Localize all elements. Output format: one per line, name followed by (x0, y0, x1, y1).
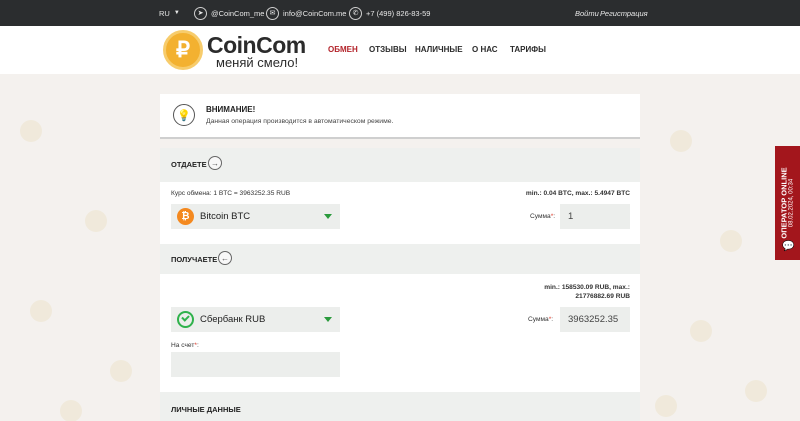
nav-reviews[interactable]: ОТЗЫВЫ (369, 45, 407, 54)
receive-sum-input[interactable]: 3963252.35 (560, 307, 630, 332)
give-sum-label: Сумма*: (530, 213, 556, 220)
operator-text: ОПЕРАТОР ONLINE 08.02.2024, 00:34 (780, 167, 795, 238)
arrow-right-icon[interactable]: → (208, 156, 222, 170)
telegram-link[interactable]: ➤ @CoinCom_me (194, 0, 264, 26)
receive-limits-line1: min.: 158530.09 RUB, max.: (544, 284, 630, 291)
nav-about[interactable]: О НАС (472, 45, 498, 54)
register-link[interactable]: Регистрация (600, 0, 648, 26)
receive-currency-label: Сбербанк RUB (200, 314, 266, 325)
login-link[interactable]: Войти (575, 0, 599, 26)
give-label: ОТДАЕТЕ (171, 160, 207, 169)
operator-datetime: 08.02.2024, 00:34 (788, 178, 795, 228)
give-section-header: ОТДАЕТЕ → (160, 148, 640, 182)
account-label: На счет*: (171, 342, 199, 349)
account-input[interactable] (171, 352, 340, 377)
give-limits: min.: 0.04 BTC, max.: 5.4947 BTC (525, 190, 630, 197)
give-section: Курс обмена: 1 BTC = 3963252.35 RUB min.… (160, 182, 640, 244)
receive-sum-label: Сумма*: (528, 316, 554, 323)
chat-icon: 💬 (782, 241, 795, 252)
receive-limits-line2: 21776882.69 RUB (575, 293, 630, 300)
logo-subtitle: меняй смело! (216, 55, 299, 70)
give-currency-select[interactable]: ₿ Bitcoin BTC (171, 204, 340, 229)
give-currency-label: Bitcoin BTC (200, 211, 251, 222)
phone-link[interactable]: ✆ +7 (499) 826-83-59 (349, 0, 430, 26)
personal-section-header: ЛИЧНЫЕ ДАННЫЕ (160, 392, 640, 421)
mail-icon: ✉ (266, 6, 279, 20)
telegram-icon: ➤ (194, 6, 207, 20)
header: ₽ CoinCom меняй смело! ОБМЕН ОТЗЫВЫ НАЛИ… (0, 26, 800, 74)
nav-cash[interactable]: НАЛИЧНЫЕ (415, 45, 463, 54)
receive-currency-select[interactable]: Сбербанк RUB (171, 307, 340, 332)
chevron-down-icon (324, 317, 332, 322)
login-label: Войти (575, 8, 599, 18)
bitcoin-icon: ₿ (177, 208, 194, 225)
telegram-label: @CoinCom_me (211, 8, 265, 18)
operator-online-tab[interactable]: ОПЕРАТОР ONLINE 08.02.2024, 00:34 💬 (775, 146, 800, 260)
notice-text: Данная операция производится в автоматич… (206, 118, 394, 125)
operator-title: ОПЕРАТОР ONLINE (779, 167, 789, 239)
phone-icon: ✆ (349, 6, 362, 20)
top-bar: RU ▼ ➤ @CoinCom_me ✉ info@CoinCom.me ✆ +… (0, 0, 800, 26)
receive-label: ПОЛУЧАЕТЕ (171, 255, 218, 264)
exchange-rate: Курс обмена: 1 BTC = 3963252.35 RUB (171, 190, 291, 197)
arrow-left-icon[interactable]: ← (218, 251, 232, 265)
caret-down-icon: ▼ (173, 10, 180, 16)
chevron-down-icon (324, 214, 332, 219)
receive-section-header: ПОЛУЧАЕТЕ ← (160, 244, 640, 274)
give-sum-input[interactable]: 1 (560, 204, 630, 229)
email-link[interactable]: ✉ info@CoinCom.me (266, 0, 346, 26)
personal-label: ЛИЧНЫЕ ДАННЫЕ (171, 405, 241, 414)
notice-box: 💡 ВНИМАНИЕ! Данная операция производится… (160, 94, 640, 139)
phone-label: +7 (499) 826-83-59 (366, 8, 431, 18)
sberbank-icon (177, 311, 194, 328)
nav-tariffs[interactable]: ТАРИФЫ (510, 45, 546, 54)
lightbulb-icon: 💡 (173, 104, 195, 126)
language-selector[interactable]: RU ▼ (159, 0, 180, 26)
logo-coin-icon[interactable]: ₽ (163, 30, 203, 70)
receive-section: min.: 158530.09 RUB, max.: 21776882.69 R… (160, 274, 640, 392)
notice-title: ВНИМАНИЕ! (206, 105, 256, 114)
register-label: Регистрация (600, 8, 648, 18)
email-label: info@CoinCom.me (283, 8, 347, 18)
language-label: RU (159, 8, 170, 18)
logo-symbol: ₽ (176, 37, 190, 62)
nav-exchange[interactable]: ОБМЕН (328, 45, 358, 54)
